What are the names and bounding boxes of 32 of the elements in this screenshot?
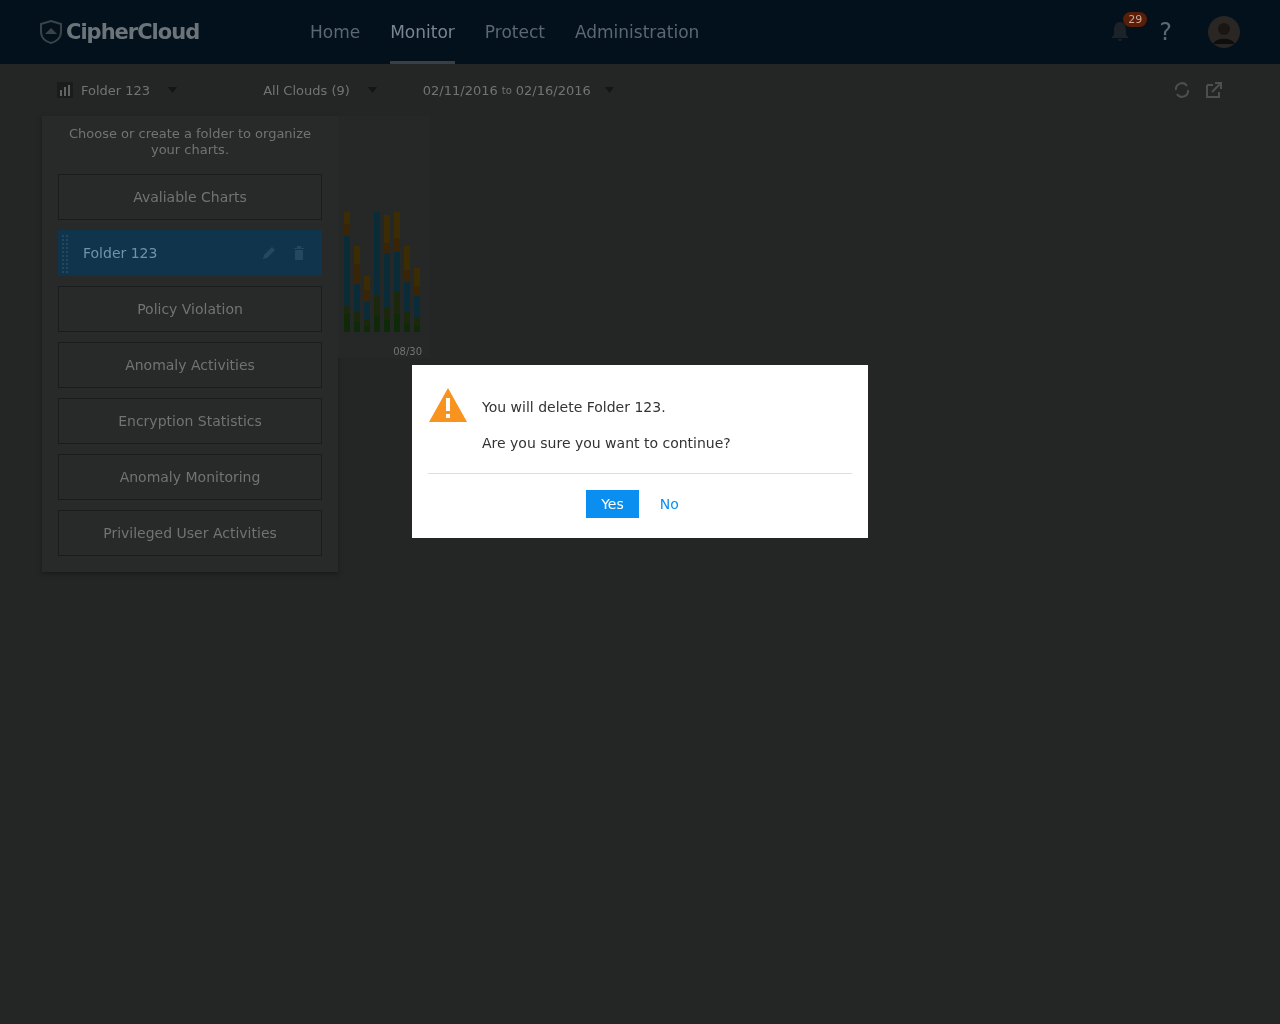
brand-logo: CipherCloud (66, 20, 200, 44)
drag-handle-icon[interactable] (61, 233, 69, 275)
export-icon[interactable] (1205, 81, 1223, 99)
nav-tab[interactable]: Protect (484, 0, 545, 64)
folder-item[interactable]: Encryption Statistics (58, 398, 322, 444)
folder-item[interactable]: Folder 123 (58, 230, 322, 276)
nav-tab[interactable]: Monitor (390, 0, 455, 64)
start-date[interactable]: 02/11/2016 (422, 82, 498, 98)
folder-item[interactable]: Anomaly Monitoring (58, 454, 322, 500)
dialog-message: You will delete Folder 123. (482, 399, 667, 415)
folder-item[interactable]: Policy Violation (58, 286, 322, 332)
shield-logo-icon (40, 20, 62, 44)
bar-chart-icon (57, 82, 73, 98)
confirm-button[interactable]: Yes (586, 490, 639, 518)
warning-icon (428, 387, 468, 423)
dialog-question: Are you sure you want to continue? (482, 435, 731, 451)
nav-tab[interactable]: Home (310, 0, 361, 64)
folder-item[interactable]: Anomaly Activities (58, 342, 322, 388)
date-separator: to (501, 84, 512, 96)
refresh-icon[interactable] (1173, 81, 1191, 99)
user-avatar[interactable] (1208, 16, 1240, 48)
axis-label: 08/30 (393, 346, 422, 357)
clouds-dropdown[interactable]: All Clouds (9) (263, 82, 350, 98)
panel-hint: Choose or create a folder to organize your charts. (67, 126, 313, 158)
notification-count: 29 (1123, 12, 1148, 27)
folder-dropdown[interactable]: Folder 123 (81, 82, 151, 98)
end-date[interactable]: 02/16/2016 (515, 82, 591, 98)
cancel-link[interactable]: No (644, 490, 694, 518)
nav-tab[interactable]: Administration (574, 0, 700, 64)
help-link[interactable]: ? (1159, 18, 1172, 46)
folder-item[interactable]: Privileged User Activities (58, 510, 322, 556)
folder-item[interactable]: Avaliable Charts (58, 174, 322, 220)
